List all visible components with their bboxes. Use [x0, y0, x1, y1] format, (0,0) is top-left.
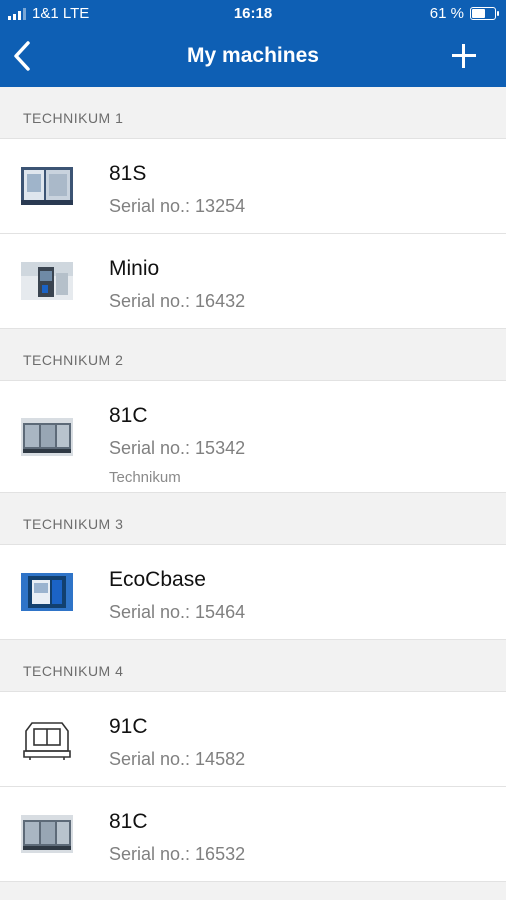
add-machine-button[interactable] [452, 44, 476, 68]
machine-81s-thumbnail-icon [21, 167, 73, 205]
machine-91c-outline-thumbnail-icon [23, 722, 71, 760]
list-item-machine[interactable]: 81S Serial no.: 13254 [0, 139, 506, 234]
list-item-machine[interactable]: 81C Serial no.: 16532 [0, 787, 506, 882]
machine-name: 91C [109, 715, 148, 738]
machine-location: Technikum [109, 469, 181, 486]
machine-name: 81S [109, 162, 147, 185]
machine-81c-thumbnail-icon [21, 418, 73, 456]
machine-list: TECHNIKUM 1 81S Serial no.: 13254 Minio … [0, 87, 506, 882]
page-title: My machines [187, 44, 319, 67]
machine-serial: Serial no.: 16432 [109, 291, 246, 311]
machine-serial: Serial no.: 14582 [109, 749, 246, 769]
machine-serial: Serial no.: 16532 [109, 844, 246, 864]
list-item-machine[interactable]: 91C Serial no.: 14582 [0, 692, 506, 787]
status-bar: 1&1 LTE 16:18 61 % [0, 0, 506, 28]
machine-81c-thumbnail-icon [21, 815, 73, 853]
section-header-technikum-1: TECHNIKUM 1 [0, 87, 506, 139]
list-item-machine[interactable]: Minio Serial no.: 16432 [0, 234, 506, 329]
machine-minio-thumbnail-icon [21, 262, 73, 300]
battery-percent: 61 % [429, 5, 464, 22]
machine-name: 81C [109, 404, 148, 427]
list-item-machine[interactable]: EcoCbase Serial no.: 15464 [0, 545, 506, 640]
machine-name: EcoCbase [109, 568, 206, 591]
section-header-technikum-2: TECHNIKUM 2 [0, 329, 506, 381]
status-right: 61 % [429, 5, 499, 22]
list-item-machine[interactable]: 81C Serial no.: 15342 Technikum [0, 381, 506, 493]
top-bar: 1&1 LTE 16:18 61 % My machines [0, 0, 506, 87]
battery-icon [470, 7, 499, 20]
machine-ecocbase-thumbnail-icon [21, 573, 73, 611]
navigation-bar: My machines [0, 28, 506, 87]
machine-name: 81C [109, 810, 148, 833]
machine-name: Minio [109, 257, 160, 280]
machine-serial: Serial no.: 13254 [109, 196, 246, 216]
section-header-technikum-3: TECHNIKUM 3 [0, 493, 506, 545]
machine-serial: Serial no.: 15464 [109, 602, 246, 622]
machine-serial: Serial no.: 15342 [109, 438, 246, 458]
section-header-technikum-4: TECHNIKUM 4 [0, 640, 506, 692]
